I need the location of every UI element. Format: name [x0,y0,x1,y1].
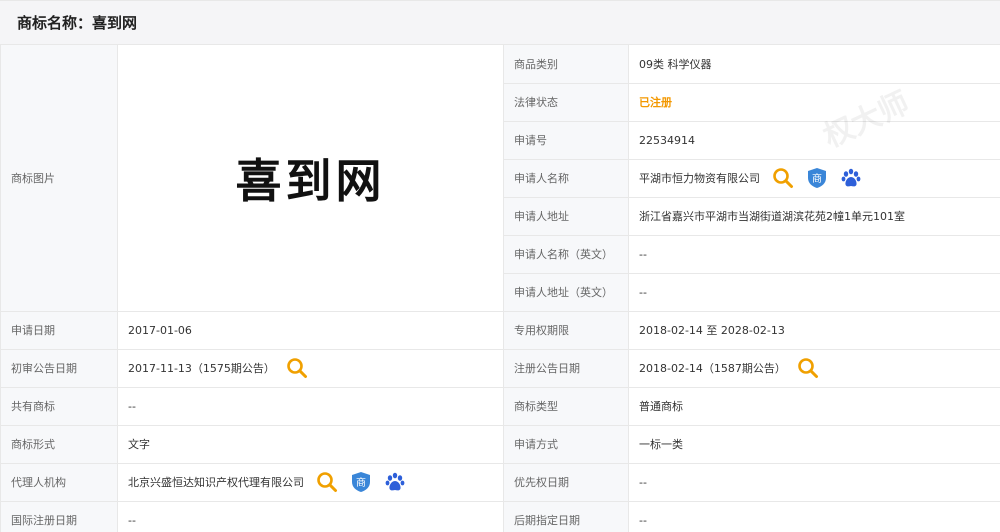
type-value: 普通商标 [628,387,1000,426]
goods-class-label: 商品类别 [503,45,629,84]
apply-method-value: 一标一类 [628,425,1000,464]
trademark-shield-icon[interactable]: 商 [806,167,828,189]
app-no-label: 申请号 [503,121,629,160]
status-badge: 已注册 [639,96,672,109]
image-label: 商标图片 [0,45,118,312]
search-icon[interactable] [772,167,794,189]
prelim-value: 2017-11-13（1575期公告） [128,362,275,375]
applicant-addr-en-label: 申请人地址（英文） [503,273,629,312]
table-row: 代理人机构 北京兴盛恒达知识产权代理有限公司 商 优先权日期 -- [0,463,1000,502]
table-row: 申请日期 2017-01-06 专用权期限 2018-02-14 至 2028-… [0,311,1000,350]
priority-value: -- [628,463,1000,502]
baidu-paw-icon[interactable] [840,167,862,189]
search-icon[interactable] [286,357,308,379]
trademark-shield-icon[interactable]: 商 [350,471,372,493]
reg-pub-value: 2018-02-14（1587期公告） [639,362,786,375]
applicant-addr-en-value: -- [628,273,1000,312]
form-value: 文字 [117,425,504,464]
table-row: 商标形式 文字 申请方式 一标一类 [0,425,1000,464]
trademark-image-text: 喜到网 [235,153,386,208]
applicant-label: 申请人名称 [503,159,629,198]
later-value: -- [628,501,1000,532]
shared-label: 共有商标 [0,387,118,426]
intl-label: 国际注册日期 [0,501,118,532]
goods-class-value: 09类 科学仪器 [628,45,1000,84]
shang-glyph: 商 [356,476,366,489]
shang-glyph: 商 [812,172,822,185]
app-no-value: 22534914 [628,121,1000,160]
intl-value: -- [117,501,504,532]
applicant-value: 平湖市恒力物资有限公司 [639,172,760,185]
page-title: 商标名称：喜到网 [17,14,138,32]
later-label: 后期指定日期 [503,501,629,532]
applicant-en-value: -- [628,235,1000,274]
shared-value: -- [117,387,504,426]
apply-method-label: 申请方式 [503,425,629,464]
search-icon[interactable] [797,357,819,379]
exclusive-label: 专用权期限 [503,311,629,350]
table-row: 初审公告日期 2017-11-13（1575期公告） 注册公告日期 2018-0… [0,349,1000,388]
table-row: 国际注册日期 -- 后期指定日期 -- [0,501,1000,532]
exclusive-value: 2018-02-14 至 2028-02-13 [628,311,1000,350]
trademark-image: 喜到网 [117,45,504,312]
app-date-label: 申请日期 [0,311,118,350]
prelim-label: 初审公告日期 [0,349,118,388]
agent-label: 代理人机构 [0,463,118,502]
page-header: 商标名称：喜到网 [0,0,1000,45]
reg-pub-label: 注册公告日期 [503,349,629,388]
type-label: 商标类型 [503,387,629,426]
applicant-addr-label: 申请人地址 [503,197,629,236]
trademark-info-table: 商标图片 喜到网 商品类别 09类 科学仪器 法律状态 已注册 申请号 2253… [0,45,1000,532]
table-row: 共有商标 -- 商标类型 普通商标 [0,387,1000,426]
agent-value: 北京兴盛恒达知识产权代理有限公司 [128,476,304,489]
baidu-paw-icon[interactable] [384,471,406,493]
form-label: 商标形式 [0,425,118,464]
applicant-addr-value: 浙江省嘉兴市平湖市当湖街道湖滨花苑2幢1单元101室 [628,197,1000,236]
legal-status-label: 法律状态 [503,83,629,122]
app-date-value: 2017-01-06 [117,311,504,350]
table-row: 商标图片 喜到网 商品类别 09类 科学仪器 [0,45,1000,312]
priority-label: 优先权日期 [503,463,629,502]
search-icon[interactable] [316,471,338,493]
applicant-en-label: 申请人名称（英文） [503,235,629,274]
